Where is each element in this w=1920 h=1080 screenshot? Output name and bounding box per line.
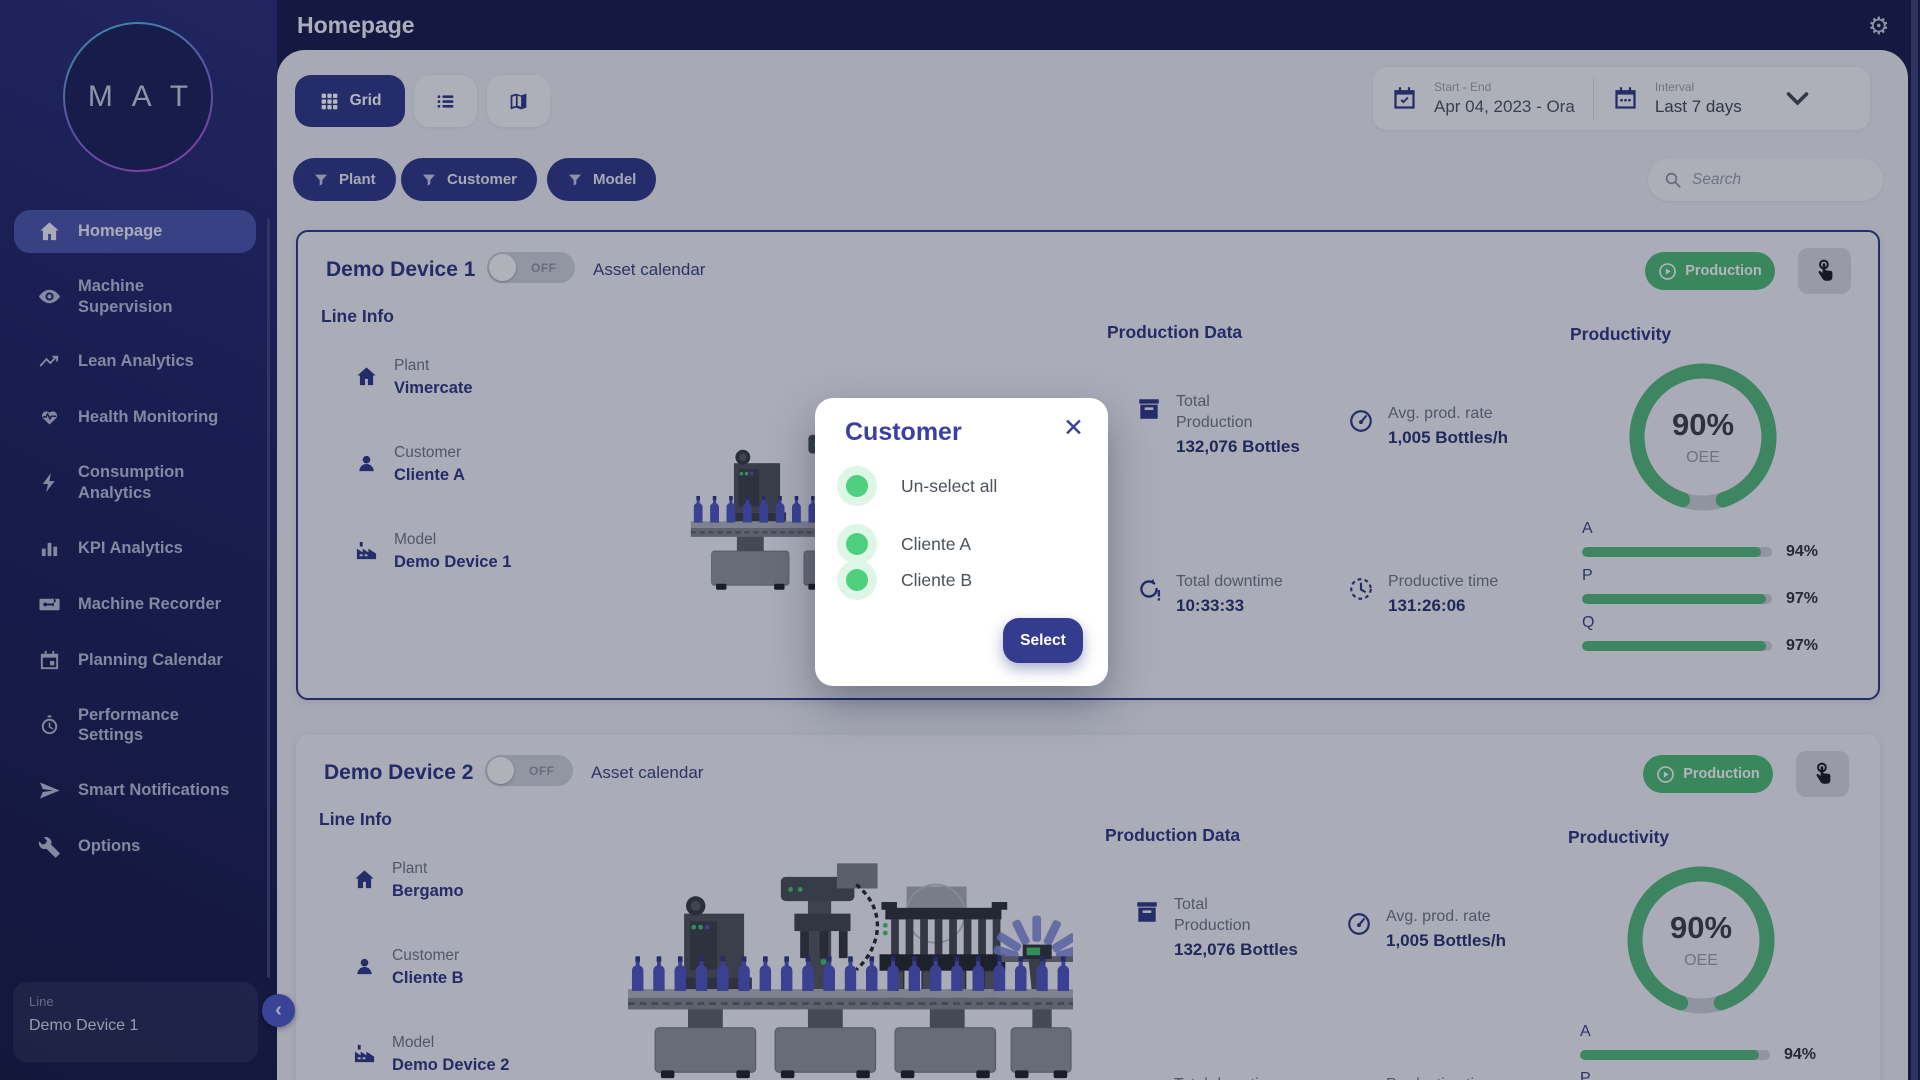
radio-selected-icon[interactable] bbox=[837, 560, 877, 600]
option-unselect-all[interactable]: Un-select all bbox=[837, 466, 997, 506]
radio-selected-icon[interactable] bbox=[837, 524, 877, 564]
modal-title: Customer bbox=[845, 418, 962, 447]
customer-filter-modal: Customer ✕ Un-select all Cliente A Clien… bbox=[815, 398, 1108, 686]
radio-selected-icon[interactable] bbox=[837, 466, 877, 506]
option-cliente-a[interactable]: Cliente A bbox=[837, 524, 971, 564]
select-button[interactable]: Select bbox=[1003, 618, 1083, 663]
close-icon[interactable]: ✕ bbox=[1063, 416, 1084, 441]
option-cliente-b[interactable]: Cliente B bbox=[837, 560, 972, 600]
